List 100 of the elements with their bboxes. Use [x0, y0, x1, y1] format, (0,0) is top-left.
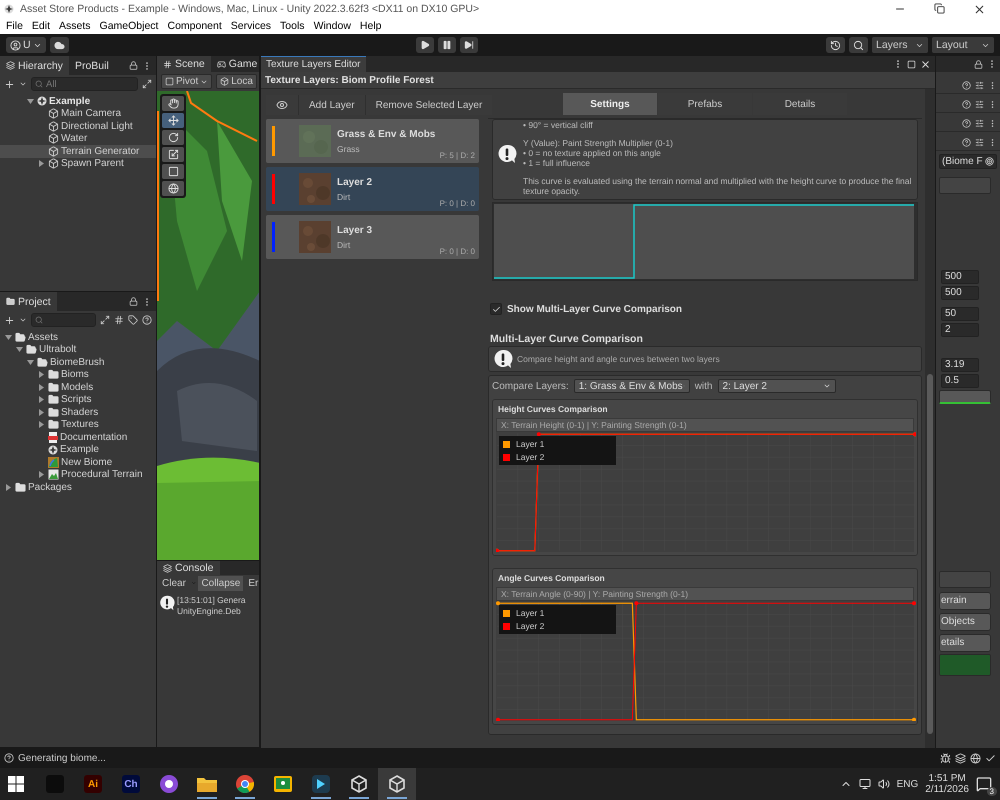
- menu-item[interactable]: Edit: [32, 20, 50, 32]
- tool-button[interactable]: [162, 181, 184, 196]
- tree-item[interactable]: BiomeBrush: [0, 356, 156, 368]
- search-button[interactable]: [849, 37, 868, 53]
- inspector-button[interactable]: etails: [939, 634, 991, 652]
- taskbar-app[interactable]: [378, 768, 416, 800]
- menu-item[interactable]: Assets: [59, 20, 91, 32]
- disclosure-arrow-icon[interactable]: [26, 96, 35, 106]
- tree-item[interactable]: Shaders: [0, 406, 156, 418]
- number-field[interactable]: 500: [941, 286, 979, 300]
- taskbar-app[interactable]: Ch: [112, 768, 150, 800]
- menu-item[interactable]: GameObject: [100, 20, 158, 32]
- disclosure-arrow-icon[interactable]: [37, 408, 46, 417]
- cloud-button[interactable]: [50, 37, 69, 53]
- tree-item[interactable]: Bioms: [0, 368, 156, 381]
- inspector-button[interactable]: Objects: [939, 612, 991, 630]
- tree-item[interactable]: Spawn Parent: [0, 158, 156, 170]
- pivot-dropdown[interactable]: Pivot: [161, 74, 212, 89]
- space-dropdown[interactable]: Loca: [216, 74, 257, 89]
- clear-button[interactable]: Clear: [159, 576, 189, 590]
- account-button[interactable]: U: [6, 37, 46, 53]
- scale-icon: [168, 149, 178, 160]
- layer-card[interactable]: Layer 3 Dirt P: 0 | D: 0: [266, 215, 479, 259]
- menu-item[interactable]: Component: [167, 20, 222, 32]
- search-field[interactable]: [31, 313, 96, 327]
- disclosure-arrow-icon[interactable]: [15, 345, 24, 354]
- tool-button[interactable]: [162, 130, 184, 145]
- tree-item[interactable]: Ultrabolt: [0, 344, 156, 356]
- tool-button[interactable]: [162, 147, 184, 162]
- disclosure-arrow-icon[interactable]: [37, 370, 46, 380]
- number-field[interactable]: 50: [941, 306, 979, 320]
- play-button[interactable]: [416, 37, 434, 53]
- tree-item[interactable]: Textures: [0, 418, 156, 431]
- running-indicator: [387, 797, 407, 799]
- history-button[interactable]: [826, 37, 845, 53]
- disclosure-arrow-icon[interactable]: [26, 358, 35, 367]
- settings-tab[interactable]: Settings: [563, 93, 657, 115]
- running-indicator: [197, 797, 217, 799]
- menu-item[interactable]: Help: [360, 20, 382, 32]
- number-field[interactable]: 2: [941, 322, 979, 336]
- disclosure-arrow-icon[interactable]: [37, 395, 46, 404]
- disclosure-arrow-icon[interactable]: [37, 420, 46, 430]
- tree-item[interactable]: Procedural Terrain: [0, 468, 156, 481]
- tree-item[interactable]: Scripts: [0, 394, 156, 406]
- layers-dropdown[interactable]: Layers: [872, 37, 928, 53]
- tree-item[interactable]: Terrain Generator: [0, 145, 156, 158]
- menu-item[interactable]: Tools: [280, 20, 305, 32]
- tree-item[interactable]: Main Camera: [0, 108, 156, 120]
- panel-tab[interactable]: Scene: [157, 56, 211, 72]
- tool-button[interactable]: [162, 164, 184, 179]
- panel-tab[interactable]: Console: [157, 561, 220, 575]
- layout-dropdown[interactable]: Layout: [932, 37, 994, 53]
- tree-item[interactable]: Documentation: [0, 431, 156, 444]
- tree-item[interactable]: Water: [0, 132, 156, 145]
- windows-logo-icon[interactable]: [8, 776, 24, 792]
- tree-item[interactable]: Packages: [0, 481, 156, 494]
- panel-tab[interactable]: Project: [0, 292, 57, 311]
- menu-item[interactable]: File: [6, 20, 23, 32]
- layer-card[interactable]: Grass & Env & Mobs Grass P: 5 | D: 2: [266, 119, 479, 163]
- tool-button[interactable]: [162, 96, 184, 111]
- tool-button[interactable]: [162, 113, 184, 128]
- scene-icon: [4, 4, 14, 14]
- scrollbar-thumb[interactable]: [927, 374, 933, 734]
- pause-button[interactable]: [438, 37, 456, 53]
- number-field[interactable]: 0.5: [941, 374, 979, 388]
- tree-item[interactable]: New Biome: [0, 456, 156, 468]
- console-toggle[interactable]: Er: [245, 576, 259, 590]
- clock[interactable]: 1:51 PM 2/11/2026: [925, 773, 969, 795]
- disclosure-arrow-icon[interactable]: [4, 482, 13, 492]
- menu-item[interactable]: Window: [314, 20, 351, 32]
- tree-item[interactable]: Assets: [0, 331, 156, 344]
- panel-tab[interactable]: Game: [210, 56, 259, 72]
- panel-tab[interactable]: Hierarchy: [0, 56, 69, 75]
- panel-tab[interactable]: ProBuil: [68, 56, 115, 75]
- window-tab[interactable]: Texture Layers Editor: [261, 56, 366, 72]
- taskbar-app[interactable]: Ai: [74, 768, 112, 800]
- layer-dropdown[interactable]: 1: Grass & Env & Mobs: [574, 379, 690, 393]
- object-field[interactable]: (Biome F: [939, 154, 997, 168]
- layer-dropdown[interactable]: 2: Layer 2: [718, 379, 836, 393]
- checkbox[interactable]: [490, 303, 502, 315]
- tree-item[interactable]: Example: [0, 95, 156, 108]
- tree-item[interactable]: Models: [0, 381, 156, 394]
- toolbar-button[interactable]: Add Layer: [299, 95, 365, 115]
- disclosure-arrow-icon[interactable]: [37, 470, 46, 480]
- inspector-field[interactable]: [939, 177, 991, 194]
- layer-card[interactable]: Layer 2 Dirt P: 0 | D: 0: [266, 167, 479, 211]
- console-toggle[interactable]: Collapse: [198, 576, 244, 590]
- tree-item[interactable]: Example: [0, 444, 156, 456]
- number-field[interactable]: 500: [941, 270, 979, 284]
- inspector-button[interactable]: errain: [939, 592, 991, 610]
- language-indicator[interactable]: ENG: [896, 778, 918, 790]
- disclosure-arrow-icon[interactable]: [4, 332, 13, 342]
- menu-item[interactable]: Services: [230, 20, 272, 32]
- disclosure-arrow-icon[interactable]: [37, 159, 46, 168]
- disclosure-arrow-icon[interactable]: [37, 382, 46, 392]
- log-text: [13:51:01] Genera: [177, 595, 246, 606]
- step-button[interactable]: [460, 37, 478, 53]
- inspector-field[interactable]: [939, 571, 991, 588]
- number-field[interactable]: 3.19: [941, 358, 979, 372]
- tree-item[interactable]: Directional Light: [0, 120, 156, 132]
